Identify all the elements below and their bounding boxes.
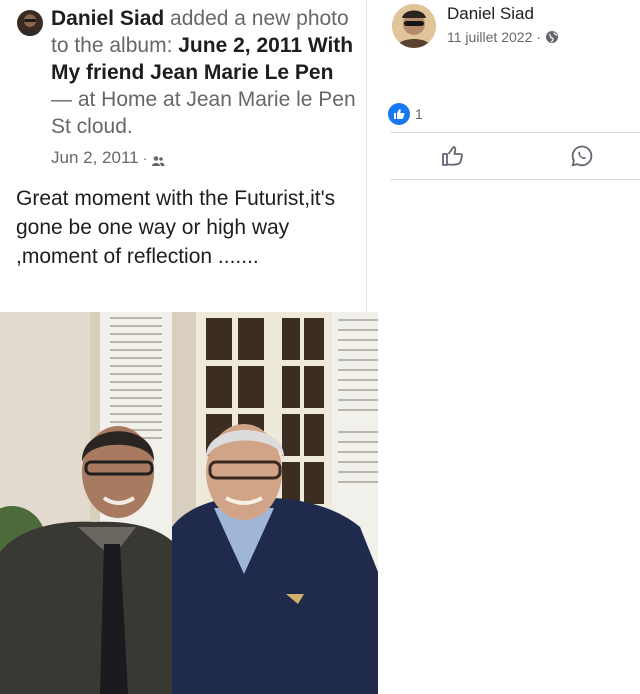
author-avatar-large[interactable] — [392, 4, 436, 48]
post-body: Great moment with the Futurist,it's gone… — [16, 187, 336, 268]
globe-icon — [545, 30, 559, 44]
action-divider-bottom — [390, 179, 640, 180]
reaction-summary[interactable]: 1 — [388, 103, 423, 125]
author-name-right[interactable]: Daniel Siad — [447, 4, 534, 24]
author-avatar[interactable] — [17, 10, 43, 36]
facebook-post: Daniel Siad added a new photo to the alb… — [0, 0, 367, 312]
post-date[interactable]: Jun 2, 2011 — [51, 148, 139, 168]
thumbs-up-icon — [440, 146, 464, 172]
post-meta: Jun 2, 2011 · — [51, 148, 165, 168]
post-headline: Daniel Siad added a new photo to the alb… — [51, 5, 356, 140]
post-photo[interactable] — [0, 312, 378, 694]
author-name[interactable]: Daniel Siad — [51, 7, 164, 30]
whatsapp-share-button[interactable] — [570, 144, 594, 168]
post-date-right: 11 juillet 2022 · — [447, 29, 559, 45]
date-separator: · — [536, 29, 542, 45]
reaction-count: 1 — [415, 106, 423, 122]
like-icon — [388, 103, 410, 125]
action-divider-top — [390, 132, 640, 133]
friends-icon — [151, 152, 165, 166]
meta-separator: · — [142, 150, 148, 166]
right-panel: Daniel Siad 11 juillet 2022 · 1 — [378, 0, 640, 694]
whatsapp-icon — [570, 145, 594, 172]
location-text: — at Home at Jean Marie le Pen St cloud. — [51, 88, 356, 138]
like-button[interactable] — [440, 144, 464, 168]
post-date-value[interactable]: 11 juillet 2022 — [447, 29, 532, 45]
